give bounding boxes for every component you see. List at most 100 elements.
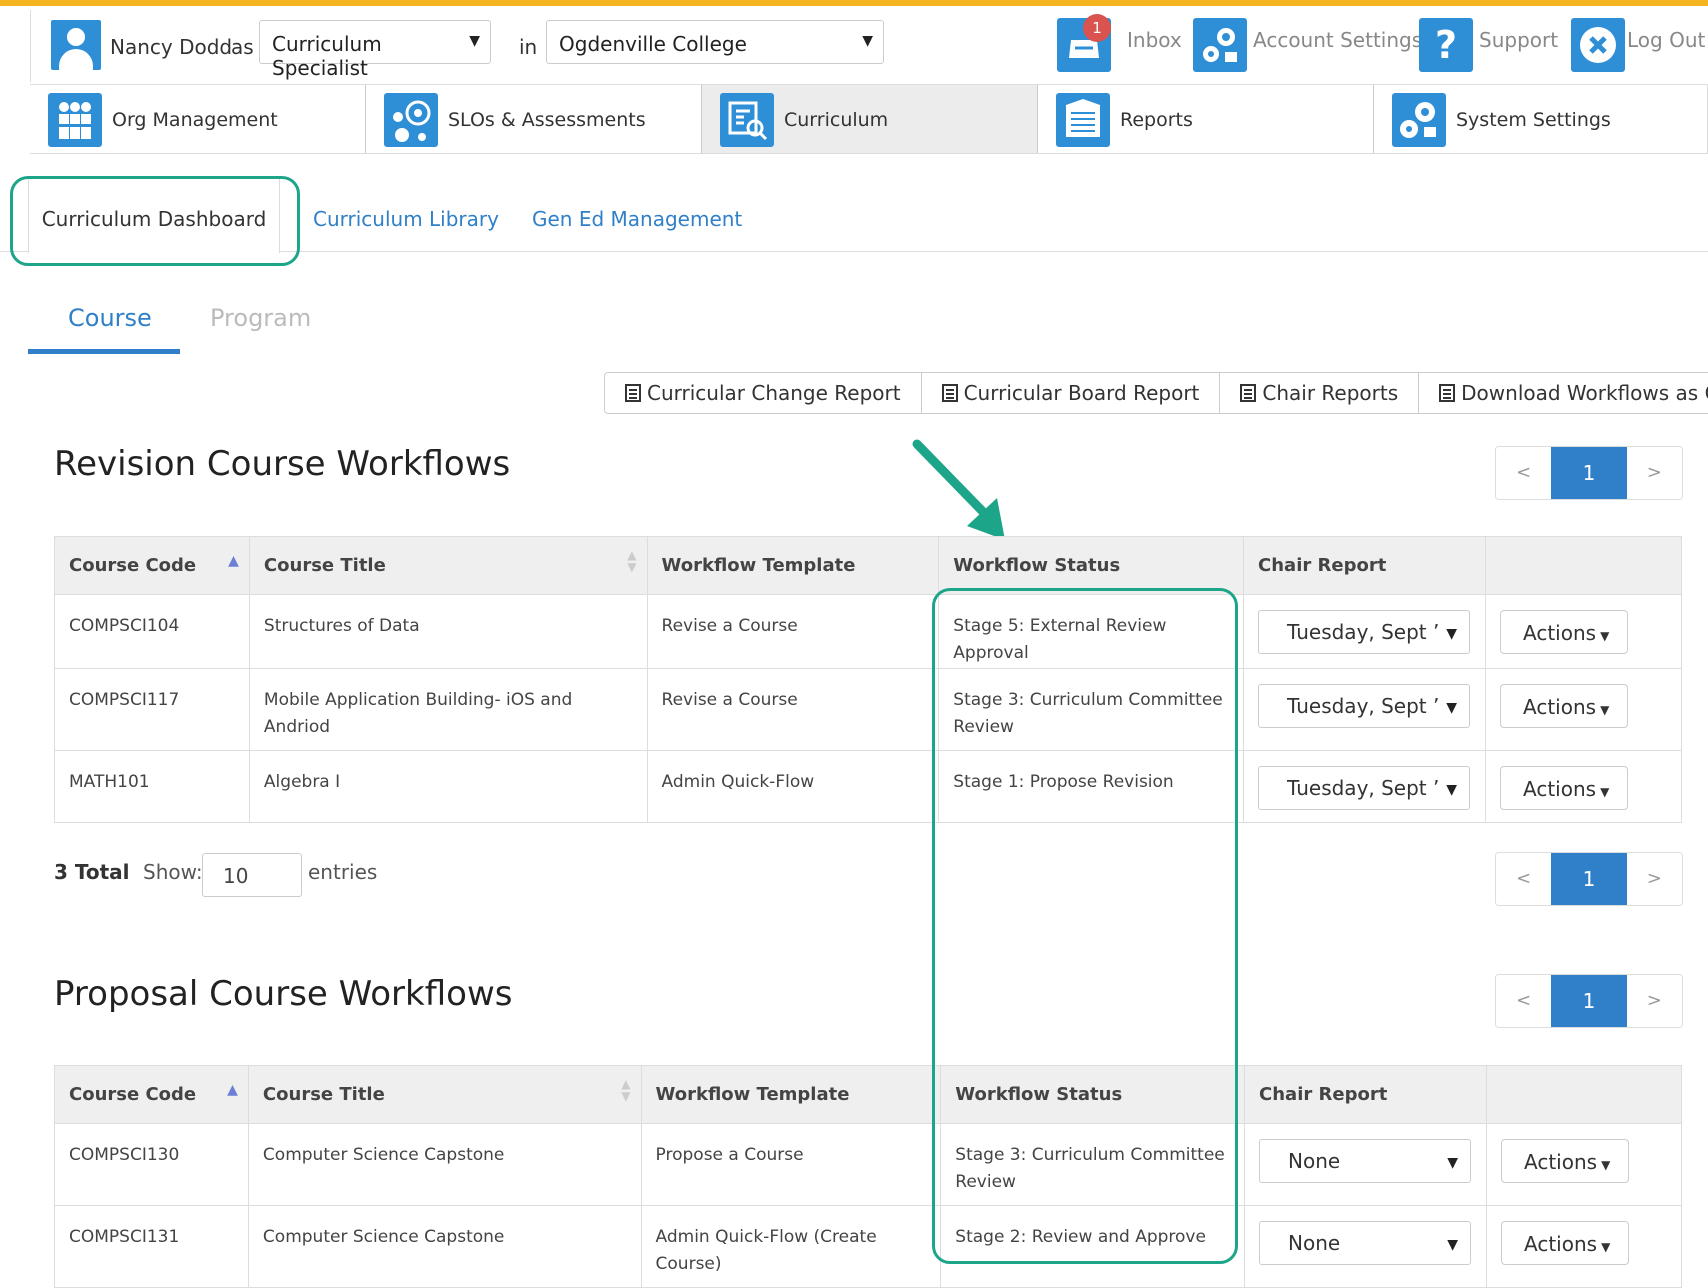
sort-icon: ▲ ▼	[627, 548, 637, 574]
module-slos-assessments[interactable]: SLOs & Assessments	[366, 85, 702, 153]
caret-down-icon: ▼	[1600, 703, 1610, 717]
button-label: Curricular Change Report	[647, 381, 901, 405]
header-label: Workflow Template	[661, 555, 856, 576]
inbox-count-badge: 1	[1083, 14, 1111, 42]
cell-workflow-template: Revise a Course	[646, 668, 940, 751]
cell-course-title: Computer Science Capstone	[247, 1205, 642, 1288]
module-org-management[interactable]: Org Management	[30, 85, 366, 153]
select-value: Tuesday, Sept ’	[1287, 776, 1440, 800]
cell-course-code: COMPSCI104	[54, 594, 250, 669]
logout-icon[interactable]	[1571, 18, 1625, 72]
column-header-course-code[interactable]: Course Code ▲	[54, 536, 250, 595]
select-value: None	[1288, 1149, 1341, 1173]
module-curriculum[interactable]: Curriculum	[702, 85, 1038, 153]
account-settings-link[interactable]: Account Settings	[1253, 28, 1422, 52]
actions-dropdown-button[interactable]: Actions ▼	[1500, 684, 1629, 728]
institution-select[interactable]: Ogdenville College ▼	[546, 20, 884, 64]
module-label: Org Management	[112, 109, 278, 131]
chair-report-select[interactable]: Tuesday, Sept ’ ▼	[1258, 766, 1471, 810]
pager-prev-button[interactable]: <	[1496, 975, 1552, 1027]
table-row: COMPSCI131 Computer Science Capstone Adm…	[54, 1205, 1682, 1288]
pager-page-1[interactable]: 1	[1551, 447, 1627, 499]
role-select-value: Curriculum Specialist	[272, 32, 382, 80]
cell-course-code: MATH101	[54, 750, 250, 823]
chair-report-select[interactable]: Tuesday, Sept ’ ▼	[1258, 684, 1471, 728]
actions-dropdown-button[interactable]: Actions ▼	[1501, 1221, 1630, 1265]
cell-workflow-template: Admin Quick-Flow (Create Course)	[640, 1205, 942, 1288]
pager-prev-button[interactable]: <	[1496, 853, 1552, 905]
download-workflows-csv-button[interactable]: Download Workflows as CSV	[1419, 373, 1708, 413]
pager-page-1[interactable]: 1	[1551, 975, 1627, 1027]
inbox-link[interactable]: Inbox	[1127, 28, 1182, 52]
chevron-down-icon: ▼	[1446, 782, 1458, 798]
cell-workflow-template: Admin Quick-Flow	[646, 750, 940, 823]
chair-report-select[interactable]: None ▼	[1259, 1221, 1472, 1265]
chair-report-select[interactable]: None ▼	[1259, 1139, 1472, 1183]
cell-actions: Actions ▼	[1485, 668, 1682, 751]
role-select[interactable]: Curriculum Specialist ▼	[259, 20, 491, 80]
entries-per-page-input[interactable]: 10	[202, 853, 302, 897]
pager-prev-button[interactable]: <	[1496, 447, 1552, 499]
tab-course[interactable]: Course	[68, 304, 152, 332]
show-label: Show:	[143, 860, 203, 884]
column-header-course-title[interactable]: Course Title ▲ ▼	[248, 536, 648, 595]
top-accent-bar	[0, 0, 1708, 6]
annotation-highlight-status-column	[932, 588, 1238, 1264]
header-label: Course Title	[262, 1084, 385, 1105]
table-row: COMPSCI104 Structures of Data Revise a C…	[54, 594, 1682, 669]
actions-dropdown-button[interactable]: Actions ▼	[1501, 1139, 1630, 1183]
pager-page-1[interactable]: 1	[1551, 853, 1627, 905]
sort-ascending-icon: ▲	[228, 553, 239, 569]
pager-next-button[interactable]: >	[1626, 447, 1682, 499]
active-tab-underline	[28, 349, 180, 354]
column-header-course-title[interactable]: Course Title ▲ ▼	[247, 1065, 642, 1124]
account-settings-icon[interactable]	[1193, 18, 1247, 72]
caret-down-icon: ▼	[1601, 1158, 1611, 1172]
chevron-down-icon: ▼	[1447, 1155, 1459, 1171]
module-reports[interactable]: Reports	[1038, 85, 1374, 153]
curricular-change-report-button[interactable]: Curricular Change Report	[605, 373, 922, 413]
table-row: MATH101 Algebra I Admin Quick-Flow Stage…	[54, 750, 1682, 823]
button-label: Actions	[1524, 1232, 1598, 1256]
help-icon[interactable]: ?	[1419, 18, 1473, 72]
csv-file-icon	[1439, 384, 1456, 402]
support-link[interactable]: Support	[1479, 28, 1558, 52]
curricular-board-report-button[interactable]: Curricular Board Report	[921, 373, 1221, 413]
reports-icon	[1056, 93, 1110, 147]
sort-ascending-icon: ▲	[227, 1082, 238, 1098]
pager-next-button[interactable]: >	[1626, 853, 1682, 905]
column-header-workflow-status: Workflow Status	[938, 536, 1245, 595]
module-label: Curriculum	[784, 109, 889, 131]
chair-report-select[interactable]: Tuesday, Sept ’ ▼	[1258, 610, 1471, 654]
chevron-down-icon: ▼	[469, 33, 480, 49]
actions-dropdown-button[interactable]: Actions ▼	[1500, 610, 1629, 654]
chevron-down-icon: ▼	[1446, 626, 1458, 642]
tab-program[interactable]: Program	[210, 304, 311, 332]
cell-course-title: Mobile Application Building- iOS and And…	[248, 668, 648, 751]
module-system-settings[interactable]: System Settings	[1374, 85, 1708, 153]
chair-reports-button[interactable]: Chair Reports	[1220, 373, 1420, 413]
header-label: Course Code	[69, 555, 197, 576]
header-label: Chair Report	[1258, 555, 1387, 576]
table-header-row: Course Code ▲ Course Title ▲ ▼ Workflow Tem…	[54, 1065, 1682, 1124]
button-label: Actions	[1523, 621, 1597, 645]
column-header-course-code[interactable]: Course Code ▲	[54, 1065, 249, 1124]
tab-curriculum-library[interactable]: Curriculum Library	[313, 207, 499, 231]
pager-next-button[interactable]: >	[1626, 975, 1682, 1027]
module-label: Reports	[1120, 109, 1193, 131]
button-label: Download Workflows as CSV	[1461, 381, 1708, 405]
select-value: Tuesday, Sept ’	[1287, 694, 1440, 718]
user-avatar-icon	[51, 20, 101, 70]
annotation-highlight-tab	[10, 176, 300, 266]
cell-course-code: COMPSCI117	[54, 668, 250, 751]
actions-dropdown-button[interactable]: Actions ▼	[1500, 766, 1629, 810]
tab-gen-ed-management[interactable]: Gen Ed Management	[532, 207, 742, 231]
proposal-pager-top: < 1 >	[1495, 974, 1683, 1028]
as-label: as	[231, 35, 254, 59]
header-label: Chair Report	[1259, 1084, 1388, 1105]
in-label: in	[519, 35, 538, 59]
revision-total-count: 3 Total	[54, 860, 130, 884]
logout-link[interactable]: Log Out	[1627, 28, 1705, 52]
select-value: Tuesday, Sept ’	[1287, 620, 1440, 644]
button-label: Actions	[1524, 1150, 1598, 1174]
